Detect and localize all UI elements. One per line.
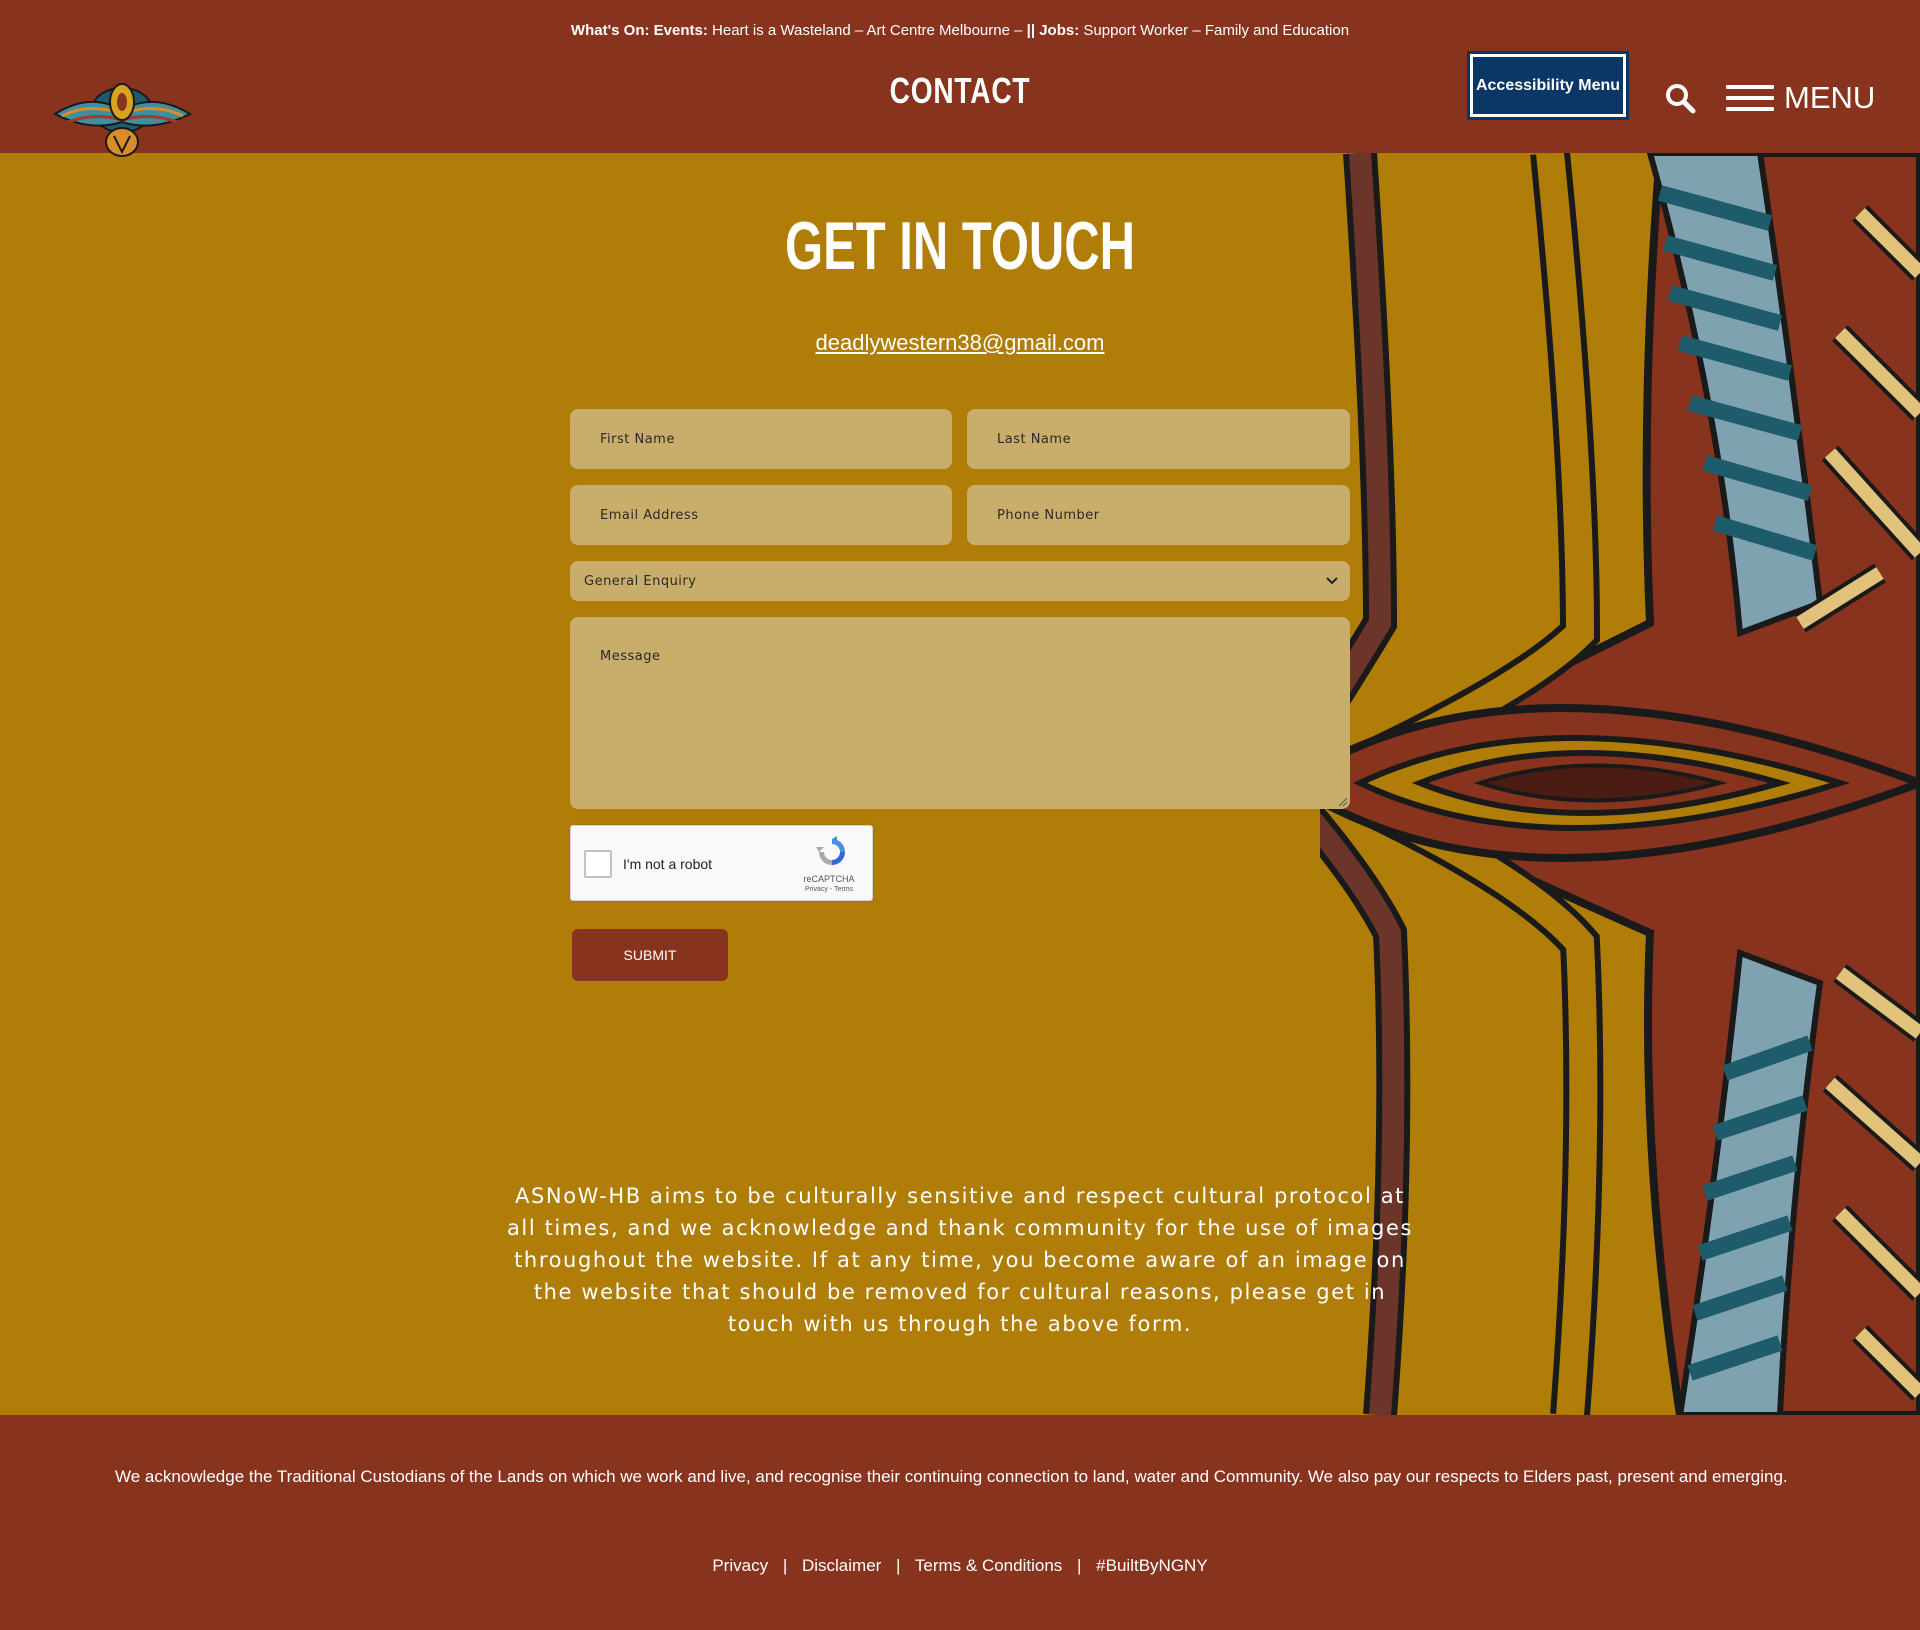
news-ticker: What's On: Events: Heart is a Wasteland … [0,22,1920,39]
recaptcha-logo-icon [816,836,845,865]
terms-link[interactable]: Terms & Conditions [915,1556,1062,1575]
phone-field[interactable]: Phone Number [967,485,1350,545]
get-in-touch-heading: GET IN TOUCH [785,208,1135,284]
message-field[interactable]: Message [570,617,1350,809]
link-separator: | [782,1556,788,1575]
hamburger-icon [1726,85,1774,111]
message-placeholder: Message [600,649,661,664]
ticker-divider: || [1026,22,1036,39]
chevron-down-icon [1326,577,1338,585]
link-separator: | [1077,1556,1082,1575]
enquiry-type-select[interactable]: General Enquiry [570,561,1350,601]
privacy-link[interactable]: Privacy [712,1556,768,1575]
enquiry-type-value: General Enquiry [584,573,697,589]
events-label: Events: [653,22,708,39]
recaptcha-links[interactable]: Privacy - Terms [786,886,872,893]
acknowledgement-text: We acknowledge the Traditional Custodian… [115,1467,1788,1486]
search-icon[interactable] [1664,82,1696,114]
events-link[interactable]: Heart is a Wasteland – Art Centre Melbou… [712,22,1022,39]
submit-button[interactable]: SUBMIT [572,929,728,981]
last-name-field[interactable]: Last Name [967,409,1350,469]
site-header: What's On: Events: Heart is a Wasteland … [0,0,1920,157]
recaptcha-label: I'm not a robot [623,856,713,872]
cultural-statement: ASNoW-HB aims to be culturally sensitive… [506,1184,1414,1336]
jobs-label: Jobs: [1039,22,1080,39]
recaptcha-checkbox[interactable] [584,850,612,878]
disclaimer-link[interactable]: Disclaimer [802,1556,881,1575]
contact-email-link[interactable]: deadlywestern38@gmail.com [816,330,1105,355]
menu-button[interactable]: MENU [1726,80,1875,116]
built-by-link[interactable]: #BuiltByNGNY [1096,1556,1207,1575]
recaptcha-brand: reCAPTCHA [803,874,855,884]
menu-label: MENU [1784,80,1876,115]
email-field[interactable]: Email Address [570,485,952,545]
site-footer: We acknowledge the Traditional Custodian… [0,1415,1920,1630]
whats-on-label: What's On: [570,22,650,39]
link-separator: | [896,1556,901,1575]
contact-email[interactable]: deadlywestern38@gmail.com [0,330,1920,356]
resize-handle-icon[interactable] [1338,797,1348,807]
site-logo[interactable] [50,72,195,167]
accessibility-menu-button[interactable]: Accessibility Menu [1467,51,1629,120]
jobs-link[interactable]: Support Worker – Family and Education [1083,22,1349,39]
recaptcha-widget: I'm not a robot reCAPTCHA Privacy - Term… [570,825,873,901]
first-name-field[interactable]: First Name [570,409,952,469]
footer-links: Privacy | Disclaimer | Terms & Condition… [0,1556,1920,1576]
